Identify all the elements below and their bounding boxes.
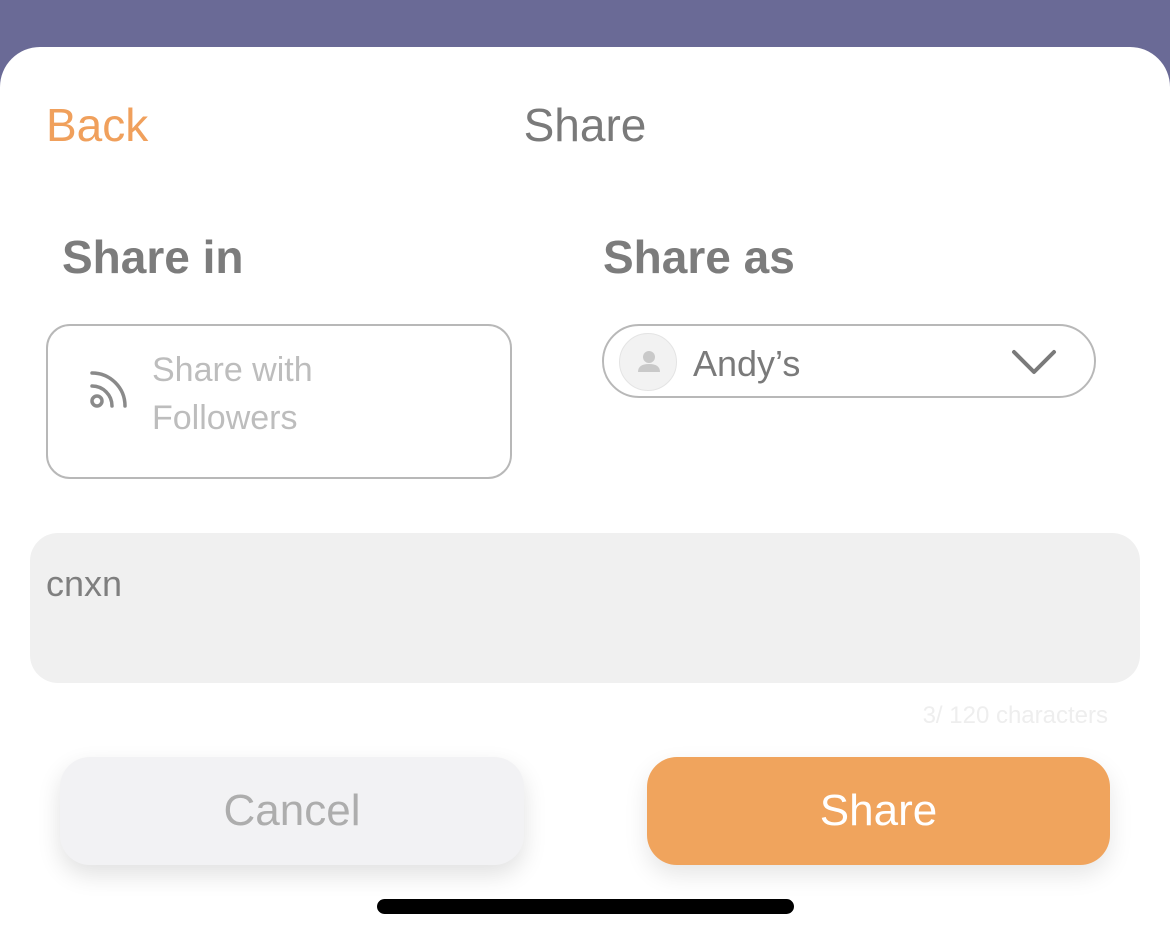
cancel-button[interactable]: Cancel xyxy=(60,757,524,865)
share-in-label: Share in xyxy=(62,231,244,283)
message-input[interactable]: cnxn xyxy=(30,533,1140,683)
avatar xyxy=(619,333,677,391)
share-button[interactable]: Share xyxy=(647,757,1110,865)
share-in-option-line2: Followers xyxy=(152,399,298,437)
share-as-selected-value: Andy’s xyxy=(693,343,801,384)
share-with-followers-option[interactable]: Share with Followers xyxy=(46,324,512,479)
home-indicator[interactable] xyxy=(377,899,794,914)
character-counter: 3/ 120 characters xyxy=(922,702,1108,729)
share-in-option-line1: Share with xyxy=(152,351,313,389)
rss-icon xyxy=(90,371,127,408)
page-title: Share xyxy=(523,99,647,151)
share-as-dropdown[interactable]: Andy’s xyxy=(602,324,1096,398)
share-in-option-text: Share with Followers xyxy=(152,346,452,442)
avatar-placeholder-icon xyxy=(638,351,660,372)
share-as-label: Share as xyxy=(603,231,795,283)
message-value: cnxn xyxy=(46,563,123,604)
chevron-down-icon xyxy=(1012,350,1056,374)
